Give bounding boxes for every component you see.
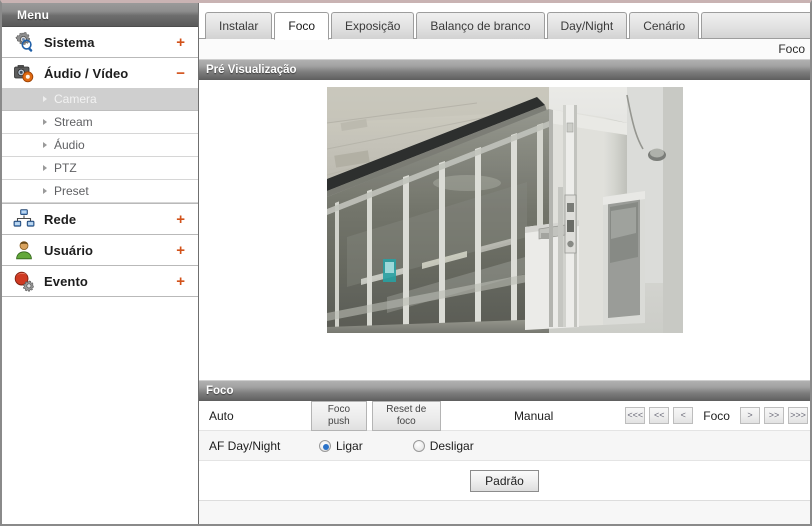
tab-bar-filler (701, 12, 810, 39)
focus-manual-label: Manual (513, 408, 554, 423)
tab-foco-label: Foco (288, 19, 316, 33)
focus-manual-controls: <<< << < Foco > >> >>> (623, 407, 810, 424)
sidebar-group-evento: Evento + (2, 266, 198, 297)
tab-cenario-label: Cenário (643, 19, 686, 33)
tab-day-night-label: Day/Night (560, 19, 614, 33)
sidebar-empty-space (2, 297, 198, 524)
tab-exposicao-label: Exposição (345, 19, 401, 33)
focus-footer: Padrão (199, 461, 810, 501)
preview-body (199, 80, 810, 380)
sidebar-expand-toggle-sistema[interactable]: + (176, 35, 188, 50)
focus-section-header: Foco (199, 380, 810, 401)
chevron-right-icon (43, 188, 47, 194)
chevron-right-icon (43, 96, 47, 102)
tab-balanco-de-branco-label: Balanço de branco (430, 19, 531, 33)
user-icon (13, 239, 35, 261)
chevron-right-icon (43, 119, 47, 125)
sidebar-expand-toggle-evento[interactable]: + (176, 274, 188, 289)
sidebar-item-audio[interactable]: Áudio (2, 134, 198, 157)
tab-instalar[interactable]: Instalar (205, 12, 273, 39)
sidebar-item-evento-label: Evento (44, 273, 88, 289)
focus-far-fast-button[interactable]: <<< (625, 407, 646, 424)
sidebar-item-usuario-label: Usuário (44, 242, 94, 258)
breadcrumb: Foco (199, 39, 810, 59)
focus-panel-tail (199, 501, 810, 524)
sidebar-item-sistema-label: Sistema (44, 34, 95, 50)
sidebar-item-rede-label: Rede (44, 211, 77, 227)
chevron-right-icon (43, 165, 47, 171)
event-alarm-icon (13, 270, 35, 292)
af-day-night-row: AF Day/Night Ligar Desligar (199, 431, 810, 461)
tab-foco[interactable]: Foco (274, 12, 330, 40)
chevron-right-icon (43, 142, 47, 148)
sidebar-item-audio-label: Áudio (54, 138, 85, 152)
reset-de-foco-button[interactable]: Reset de foco (371, 400, 441, 431)
sidebar-item-preset[interactable]: Preset (2, 180, 198, 203)
sidebar-collapse-toggle-audio-video[interactable]: − (176, 66, 188, 81)
sidebar-item-ptz[interactable]: PTZ (2, 157, 198, 180)
focus-body: Auto Foco push Reset de foco Manual <<< … (199, 400, 810, 524)
sidebar-item-rede[interactable]: Rede + (2, 204, 198, 234)
preview-image (326, 87, 683, 333)
tab-instalar-label: Instalar (219, 19, 259, 33)
radio-selected-icon[interactable] (319, 439, 331, 452)
radio-unselected-icon[interactable] (412, 439, 425, 452)
tab-cenario[interactable]: Cenário (629, 12, 700, 39)
sidebar-item-ptz-label: PTZ (54, 161, 77, 175)
sidebar-item-audio-video-label: Áudio / Vídeo (44, 65, 129, 81)
sidebar-group-usuario: Usuário + (2, 235, 198, 266)
tab-exposicao[interactable]: Exposição (331, 12, 415, 39)
sidebar-item-stream-label: Stream (54, 115, 93, 129)
focus-near-medium-button[interactable]: >> (763, 407, 784, 424)
preview-section-header: Pré Visualização (199, 59, 810, 80)
af-day-night-option-desligar[interactable]: Desligar (412, 438, 474, 453)
focus-section-title: Foco (206, 385, 234, 397)
system-gear-icon (13, 31, 35, 53)
focus-center-label: Foco (703, 408, 730, 423)
camera-icon (13, 62, 35, 84)
focus-near-slow-button[interactable]: > (739, 407, 760, 424)
network-icon (13, 208, 35, 230)
af-day-night-label: AF Day/Night (209, 438, 281, 453)
af-day-night-ligar-label: Ligar (336, 438, 363, 453)
focus-auto-row: Auto Foco push Reset de foco Manual <<< … (199, 400, 810, 431)
sidebar-item-camera-label: Camera (54, 92, 97, 106)
sidebar-item-preset-label: Preset (54, 184, 89, 198)
sidebar-header-label: Menu (17, 7, 50, 22)
sidebar: Menu Sistema + Áudio / Vídeo − Camera St… (2, 3, 199, 524)
af-day-night-option-ligar[interactable]: Ligar (319, 439, 363, 453)
preview-section-title: Pré Visualização (206, 64, 297, 76)
sidebar-expand-toggle-rede[interactable]: + (176, 212, 188, 227)
sidebar-header: Menu (2, 3, 198, 27)
tab-bar: Instalar Foco Exposição Balanço de branc… (199, 3, 810, 40)
application-window: Menu Sistema + Áudio / Vídeo − Camera St… (0, 0, 812, 526)
padrao-button[interactable]: Padrão (470, 469, 539, 492)
af-day-night-desligar-label: Desligar (429, 438, 474, 453)
sidebar-group-sistema: Sistema + (2, 27, 198, 58)
sidebar-item-camera[interactable]: Camera (2, 88, 198, 111)
sidebar-item-sistema[interactable]: Sistema + (2, 27, 198, 57)
sidebar-item-usuario[interactable]: Usuário + (2, 235, 198, 265)
focus-near-fast-button[interactable]: >>> (787, 407, 808, 424)
video-preview[interactable] (326, 87, 683, 333)
focus-far-medium-button[interactable]: << (649, 407, 670, 424)
breadcrumb-label: Foco (778, 42, 805, 56)
foco-push-button[interactable]: Foco push (311, 400, 367, 431)
tab-balanco-de-branco[interactable]: Balanço de branco (416, 12, 545, 39)
focus-far-slow-button[interactable]: < (673, 407, 694, 424)
sidebar-group-rede: Rede + (2, 204, 198, 235)
content-area: Instalar Foco Exposição Balanço de branc… (199, 3, 810, 524)
sidebar-item-audio-video[interactable]: Áudio / Vídeo − (2, 58, 198, 88)
tab-day-night[interactable]: Day/Night (546, 12, 628, 39)
sidebar-item-evento[interactable]: Evento + (2, 266, 198, 296)
focus-auto-label: Auto (209, 408, 234, 423)
sidebar-expand-toggle-usuario[interactable]: + (176, 243, 188, 258)
sidebar-group-audio-video: Áudio / Vídeo − Camera Stream Áudio PTZ (2, 58, 198, 204)
sidebar-item-stream[interactable]: Stream (2, 111, 198, 134)
